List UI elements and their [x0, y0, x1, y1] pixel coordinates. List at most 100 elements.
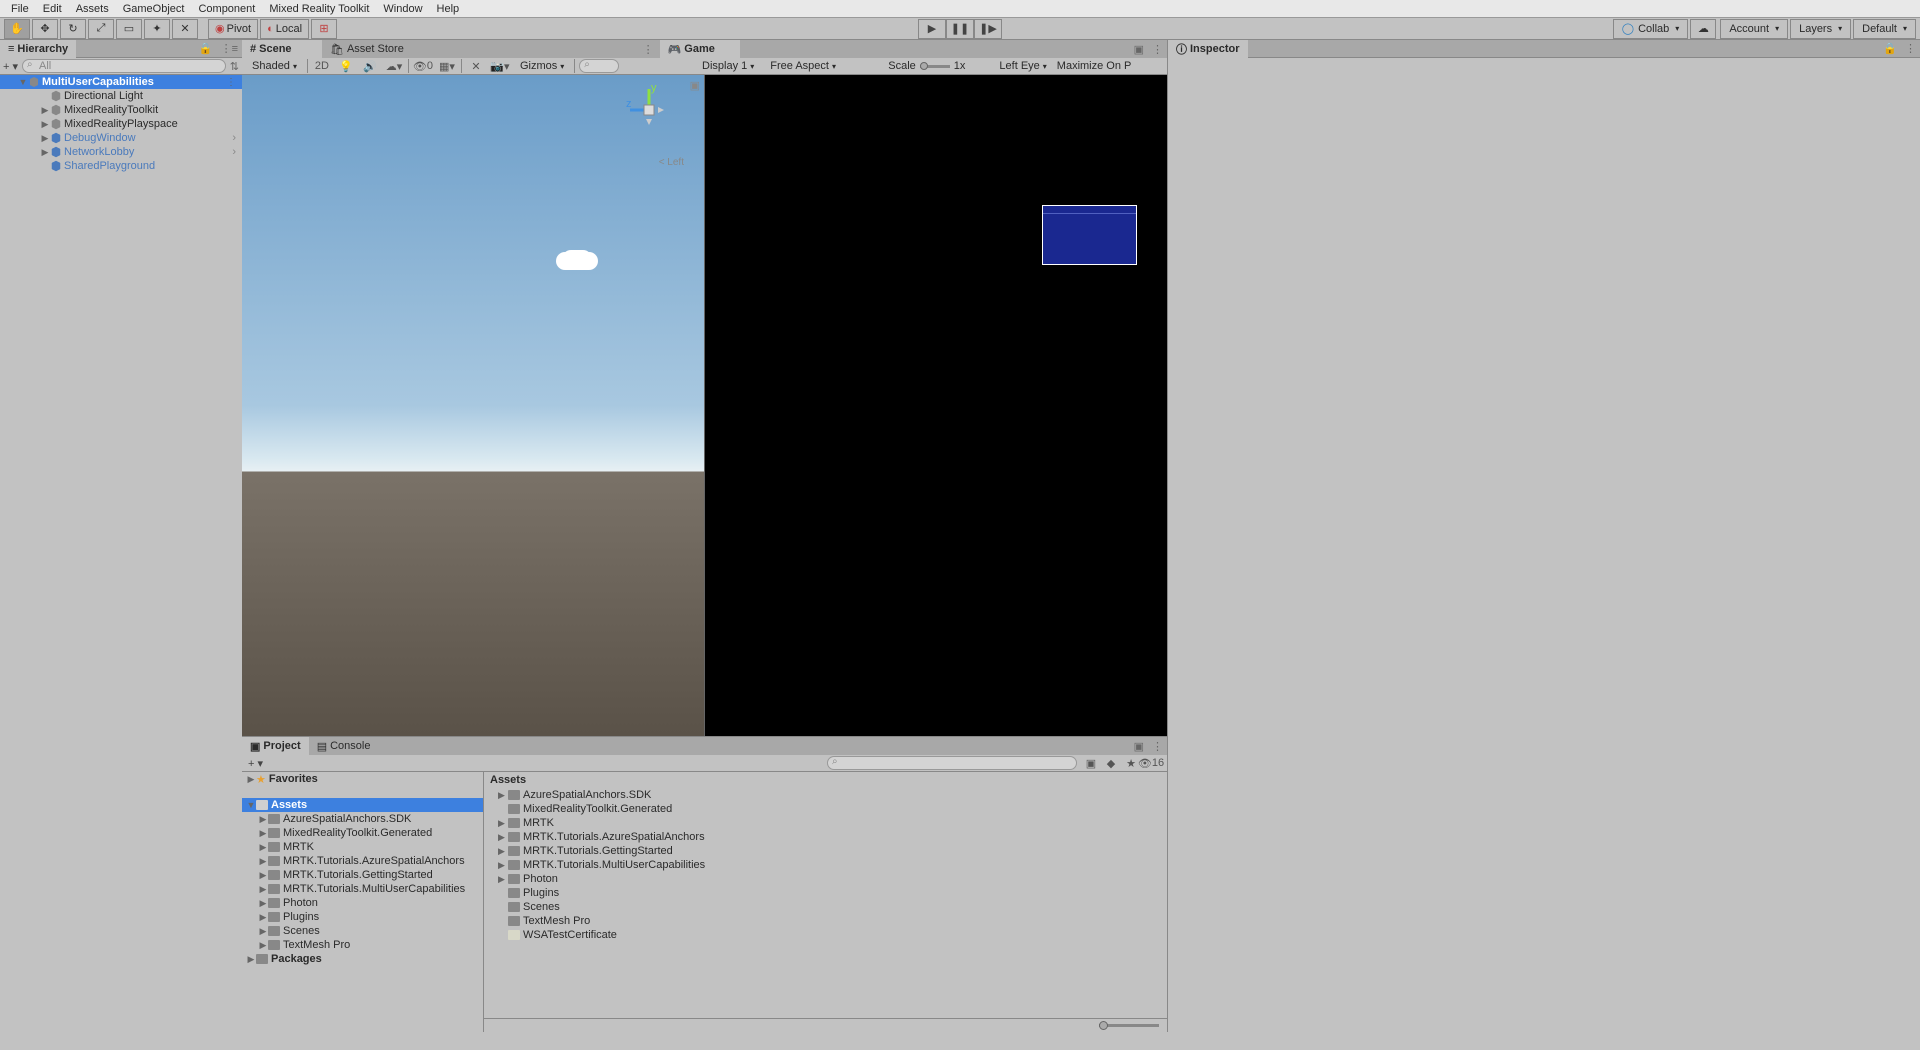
move-tool-button[interactable]: ✥: [32, 19, 58, 39]
inspector-tab[interactable]: ⓘ Inspector: [1168, 40, 1248, 58]
menu-component[interactable]: Component: [191, 3, 262, 15]
game-panel-menu-icon[interactable]: ⋮: [1148, 43, 1167, 56]
viewport-stats-icon[interactable]: ▣: [690, 79, 700, 92]
project-tree-folder[interactable]: ▶MRTK.Tutorials.MultiUserCapabilities: [242, 882, 483, 896]
favorites-row[interactable]: ▶ ★ Favorites: [242, 772, 483, 786]
inspector-menu-icon[interactable]: ⋮: [1901, 42, 1920, 55]
eye-dropdown[interactable]: Left Eye: [993, 59, 1052, 73]
hidden-assets-button[interactable]: 👁16: [1141, 756, 1161, 770]
search-by-label-button[interactable]: ◆: [1101, 756, 1121, 770]
step-button[interactable]: ❚▶: [974, 19, 1002, 39]
lighting-toggle-button[interactable]: 💡: [336, 59, 356, 73]
hierarchy-item[interactable]: ▶MixedRealityToolkit: [0, 103, 242, 117]
account-dropdown[interactable]: Account: [1720, 19, 1788, 39]
hidden-objects-button[interactable]: 👁0: [413, 59, 433, 73]
project-tree-folder[interactable]: ▶AzureSpatialAnchors.SDK: [242, 812, 483, 826]
scene-orientation-gizmo[interactable]: y z: [624, 85, 674, 135]
tab-project[interactable]: ▣ Project: [242, 737, 309, 755]
shading-mode-dropdown[interactable]: Shaded: [246, 59, 303, 73]
display-dropdown[interactable]: Display 1: [696, 59, 760, 73]
scene-search-input[interactable]: [579, 59, 619, 73]
project-panel-menu-icon[interactable]: ⋮: [1148, 740, 1167, 753]
asset-list-item[interactable]: MixedRealityToolkit.Generated: [484, 802, 1167, 816]
asset-list-item[interactable]: ▶Photon: [484, 872, 1167, 886]
panel-lock-icon[interactable]: 🔒: [195, 42, 217, 55]
transform-tool-button[interactable]: ✦: [144, 19, 170, 39]
collab-dropdown[interactable]: ◯Collab: [1613, 19, 1689, 39]
hand-tool-button[interactable]: ✋: [4, 19, 30, 39]
maximize-label[interactable]: Maximize On P: [1057, 60, 1132, 72]
scene-viewport[interactable]: y z < Left ▣: [242, 75, 704, 736]
asset-list-item[interactable]: Scenes: [484, 900, 1167, 914]
toggle-2d-button[interactable]: 2D: [312, 59, 332, 73]
game-viewport[interactable]: [704, 75, 1167, 736]
panel-menu-icon[interactable]: ⋮≡: [217, 42, 242, 55]
project-create-button[interactable]: + ▾: [248, 757, 263, 770]
project-tree-folder[interactable]: ▶TextMesh Pro: [242, 938, 483, 952]
layout-dropdown[interactable]: Default: [1853, 19, 1916, 39]
search-by-type-button[interactable]: ▣: [1081, 756, 1101, 770]
custom-tool-button[interactable]: ✕: [172, 19, 198, 39]
asset-list-item[interactable]: TextMesh Pro: [484, 914, 1167, 928]
fx-toggle-button[interactable]: ☁▾: [384, 59, 404, 73]
project-maximize-icon[interactable]: ▣: [1130, 740, 1148, 753]
asset-list-item[interactable]: WSATestCertificate: [484, 928, 1167, 942]
tools-button[interactable]: ✕: [466, 59, 486, 73]
menu-gameobject[interactable]: GameObject: [116, 3, 192, 15]
packages-root-row[interactable]: ▶ Packages: [242, 952, 483, 966]
rotate-tool-button[interactable]: ↻: [60, 19, 86, 39]
scale-slider[interactable]: [920, 65, 950, 68]
project-tree-folder[interactable]: ▶MRTK.Tutorials.AzureSpatialAnchors: [242, 854, 483, 868]
project-tree-folder[interactable]: ▶MixedRealityToolkit.Generated: [242, 826, 483, 840]
hierarchy-item[interactable]: ▶Directional Light: [0, 89, 242, 103]
play-button[interactable]: ▶: [918, 19, 946, 39]
hierarchy-item[interactable]: ▶DebugWindow›: [0, 131, 242, 145]
project-tree-folder[interactable]: ▶Photon: [242, 896, 483, 910]
tab-game[interactable]: 🎮 Game: [660, 40, 740, 58]
assets-root-row[interactable]: ▼ Assets: [242, 798, 483, 812]
menu-window[interactable]: Window: [376, 3, 429, 15]
create-dropdown-button[interactable]: + ▾: [3, 60, 18, 73]
asset-list-item[interactable]: Plugins: [484, 886, 1167, 900]
asset-list-item[interactable]: ▶MRTK.Tutorials.AzureSpatialAnchors: [484, 830, 1167, 844]
snap-button[interactable]: ⊞: [311, 19, 337, 39]
asset-list-item[interactable]: ▶MRTK.Tutorials.GettingStarted: [484, 844, 1167, 858]
grid-toggle-button[interactable]: ▦▾: [437, 59, 457, 73]
hierarchy-item[interactable]: ▶MixedRealityPlayspace: [0, 117, 242, 131]
hierarchy-search-input[interactable]: All: [22, 59, 226, 73]
tab-console[interactable]: ▤ Console: [309, 737, 379, 755]
breadcrumb[interactable]: Assets: [484, 772, 1167, 788]
menu-assets[interactable]: Assets: [69, 3, 116, 15]
pause-button[interactable]: ❚❚: [946, 19, 974, 39]
cloud-button[interactable]: ☁: [1690, 19, 1716, 39]
search-filter-button[interactable]: ⇅: [230, 60, 239, 73]
camera-button[interactable]: 📷▾: [490, 59, 510, 73]
asset-list-item[interactable]: ▶MRTK.Tutorials.MultiUserCapabilities: [484, 858, 1167, 872]
project-tree-folder[interactable]: ▶Scenes: [242, 924, 483, 938]
audio-toggle-button[interactable]: 🔊: [360, 59, 380, 73]
hierarchy-item[interactable]: ▶NetworkLobby›: [0, 145, 242, 159]
scale-tool-button[interactable]: ⤢: [88, 19, 114, 39]
prefab-open-icon[interactable]: ›: [232, 146, 236, 158]
game-maximize-icon[interactable]: ▣: [1130, 43, 1148, 56]
asset-list-item[interactable]: ▶MRTK: [484, 816, 1167, 830]
menu-edit[interactable]: Edit: [36, 3, 69, 15]
aspect-dropdown[interactable]: Free Aspect: [764, 59, 884, 73]
project-search-input[interactable]: [827, 756, 1077, 770]
project-tree-folder[interactable]: ▶Plugins: [242, 910, 483, 924]
scene-root-row[interactable]: ▼ MultiUserCapabilities ⋮: [0, 75, 242, 89]
project-tree-folder[interactable]: ▶MRTK.Tutorials.GettingStarted: [242, 868, 483, 882]
tab-scene[interactable]: # Scene: [242, 40, 322, 58]
pivot-toggle-button[interactable]: ◉Pivot: [208, 19, 258, 39]
menu-file[interactable]: File: [4, 3, 36, 15]
thumbnail-size-slider[interactable]: [1099, 1024, 1159, 1027]
menu-mrtk[interactable]: Mixed Reality Toolkit: [262, 3, 376, 15]
asset-list-item[interactable]: ▶AzureSpatialAnchors.SDK: [484, 788, 1167, 802]
hierarchy-item[interactable]: ▶SharedPlayground: [0, 159, 242, 173]
menu-help[interactable]: Help: [430, 3, 467, 15]
rect-tool-button[interactable]: ▭: [116, 19, 142, 39]
hierarchy-tab[interactable]: ≡ Hierarchy: [0, 40, 76, 58]
prefab-open-icon[interactable]: ›: [232, 132, 236, 144]
layers-dropdown[interactable]: Layers: [1790, 19, 1851, 39]
gizmos-dropdown[interactable]: Gizmos: [514, 59, 570, 73]
